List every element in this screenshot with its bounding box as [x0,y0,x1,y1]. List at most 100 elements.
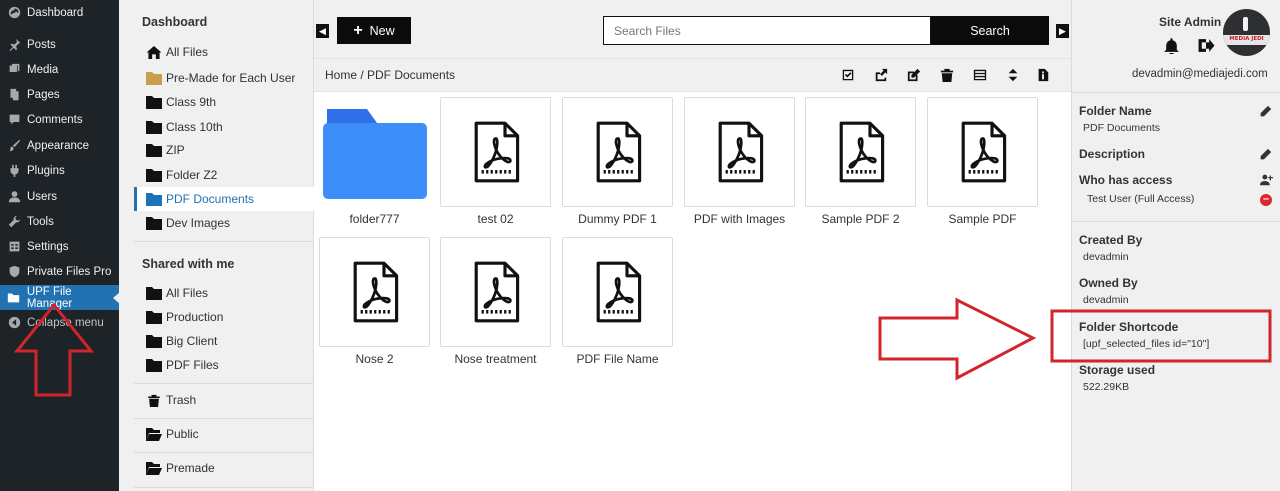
wp-menu-label: Pages [27,88,60,101]
file-name[interactable]: Sample PDF [922,212,1043,226]
check-square-icon[interactable] [841,68,855,82]
collapse-right-button[interactable]: ▶ [1056,24,1069,38]
avatar[interactable]: MEDIA JEDI [1223,9,1270,56]
trash-icon[interactable] [940,68,954,82]
wp-menu-appearance[interactable]: Appearance [0,133,119,158]
file-tile[interactable] [684,97,795,207]
wp-menu-pages[interactable]: Pages [0,82,119,107]
tree-item-class-10th[interactable]: Class 10th [134,115,314,139]
file-tile[interactable] [440,97,551,207]
file-tile[interactable] [805,97,916,207]
tree-divider [134,418,314,419]
file-name[interactable]: Nose treatment [435,352,556,366]
tree-item-pre-made[interactable]: Pre-Made for Each User [134,66,314,90]
file-name[interactable]: folder777 [314,212,435,226]
file-name[interactable]: Nose 2 [314,352,435,366]
tree-divider [134,487,314,488]
file-name[interactable]: PDF with Images [679,212,800,226]
add-user-icon[interactable] [1259,173,1274,186]
folder-icon [146,120,162,134]
tree-item-public[interactable]: Public [134,422,314,446]
remove-access-icon[interactable]: – [1260,194,1272,206]
bell-icon[interactable] [1163,37,1180,56]
shared-item-all-files[interactable]: All Files [134,281,314,305]
pdf-file-icon [961,121,1006,183]
wp-menu-settings[interactable]: Settings [0,234,119,259]
wp-menu-users[interactable]: Users [0,184,119,209]
tree-item-all-files[interactable]: All Files [134,40,314,64]
tree-item-folder-z2[interactable]: Folder Z2 [134,163,314,187]
wp-menu-comments[interactable]: Comments [0,107,119,132]
file-info-icon[interactable] [1036,68,1050,82]
collapse-left-button[interactable]: ◀ [316,24,329,38]
file-tile[interactable] [319,237,430,347]
pages-icon [7,88,21,102]
wp-menu-dashboard[interactable]: Dashboard [0,0,119,25]
wp-menu-upf-file-manager[interactable]: UPF File Manager [0,285,120,310]
collapse-icon [7,316,21,330]
list-icon[interactable] [973,68,987,82]
tree-item-zip[interactable]: ZIP [134,138,314,162]
pdf-file-icon [596,121,641,183]
new-button[interactable]: + New [337,17,411,44]
shared-item-pdf-files[interactable]: PDF Files [134,353,314,377]
wp-menu-media[interactable]: Media [0,57,119,82]
wp-menu-tools[interactable]: Tools [0,209,119,234]
search-input[interactable] [603,16,931,45]
wp-menu-label: Dashboard [27,6,84,19]
tree-item-label: PDF Files [166,358,219,372]
folder-icon [146,358,162,372]
logout-icon[interactable] [1197,37,1215,54]
file-name[interactable]: test 02 [435,212,556,226]
file-name[interactable]: Sample PDF 2 [800,212,921,226]
tree-item-label: Premade [166,461,215,475]
tree-item-pdf-documents[interactable]: PDF Documents [134,187,314,211]
chevron-left-icon: ◀ [319,25,326,36]
pin-icon [7,38,21,52]
file-tile[interactable] [562,237,673,347]
wp-menu-private-files-pro[interactable]: Private Files Pro [0,259,119,284]
plug-icon [7,164,21,178]
share-icon[interactable] [874,68,888,82]
wp-menu-posts[interactable]: Posts [0,32,119,57]
wp-menu-plugins[interactable]: Plugins [0,158,119,183]
tree-item-dev-images[interactable]: Dev Images [134,211,314,235]
wp-menu-label: Appearance [27,139,90,152]
file-tile[interactable] [927,97,1038,207]
comment-icon [7,113,21,127]
folder-open-icon [146,461,162,475]
file-tile[interactable] [562,97,673,207]
storage-label: Storage used [1079,363,1156,377]
file-browser: ◀ + New Search ▶ Home / PDF Documents fo… [314,0,1071,491]
wp-menu-label: Tools [27,215,54,228]
file-tile[interactable] [440,237,551,347]
tree-item-premade[interactable]: Premade [134,456,314,480]
tree-item-label: Class 9th [166,95,217,109]
search-button[interactable]: Search [931,16,1049,45]
tree-item-trash[interactable]: Trash [134,388,314,412]
wp-menu-label: Media [27,63,59,76]
folder-icon [146,95,162,109]
avatar-text: MEDIA JEDI [1229,36,1264,42]
pencil-icon[interactable] [1259,105,1272,118]
file-name[interactable]: Dummy PDF 1 [557,212,678,226]
pencil-icon[interactable] [1259,148,1272,161]
tree-item-label: Dev Images [166,216,231,230]
wp-menu-label: Private Files Pro [27,265,112,278]
pdf-file-icon [353,261,398,323]
tree-item-label: PDF Documents [166,192,255,206]
folder-tree: Dashboard All Files Pre-Made for Each Us… [134,0,314,491]
folder-icon [7,291,21,305]
sort-icon[interactable] [1006,68,1020,82]
wp-menu-label: Collapse menu [27,316,104,329]
shared-item-production[interactable]: Production [134,305,314,329]
edit-icon[interactable] [907,68,921,82]
shortcode-value: [upf_selected_files id="10"] [1083,338,1210,350]
pdf-file-icon [474,121,519,183]
file-name[interactable]: PDF File Name [557,352,678,366]
wp-menu-collapse[interactable]: Collapse menu [0,310,119,335]
shared-item-big-client[interactable]: Big Client [134,329,314,353]
tree-item-class-9th[interactable]: Class 9th [134,90,314,114]
brush-icon [7,139,21,153]
folder-tile[interactable] [323,105,427,202]
